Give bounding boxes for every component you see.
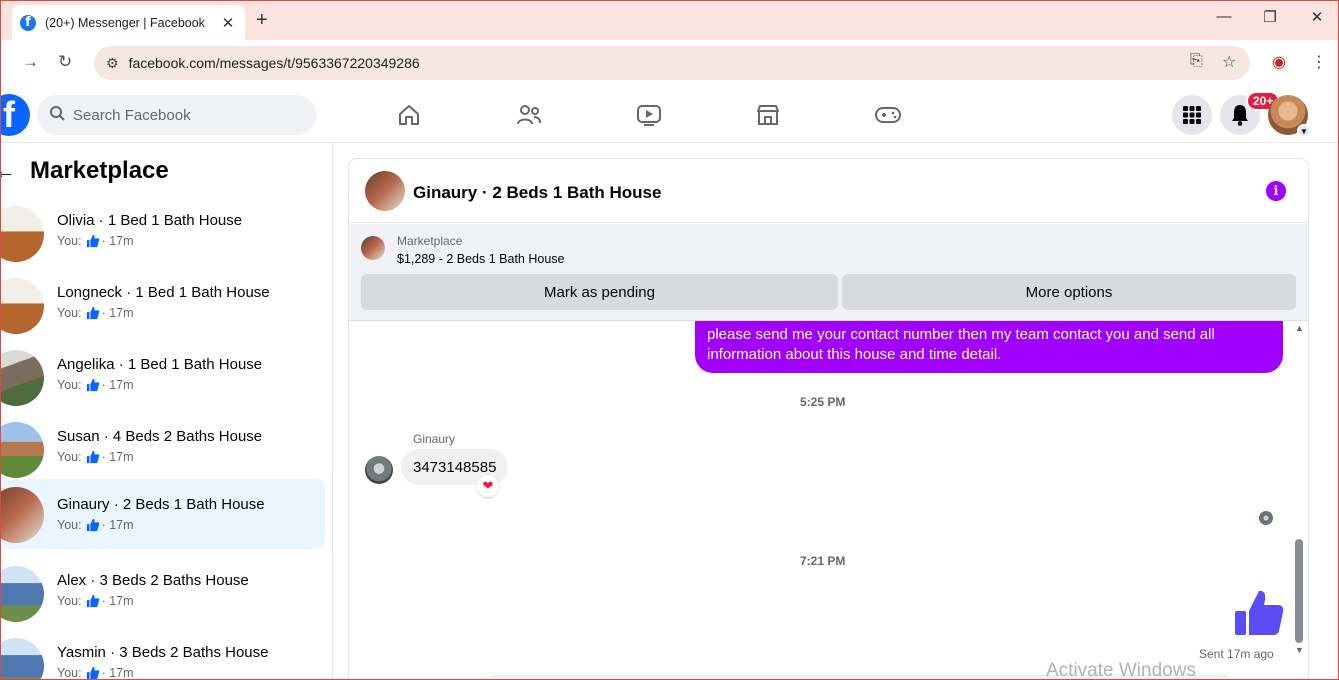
- conversation-name: Alex · 3 Beds 2 Baths House: [57, 572, 249, 589]
- conversation-name: Ginaury · 2 Beds 1 Bath House: [57, 496, 265, 513]
- conversation-preview: You: · 17m: [57, 666, 134, 680]
- conversation-name: Angelika · 1 Bed 1 Bath House: [57, 356, 263, 373]
- conversation-preview: You: · 17m: [57, 306, 134, 320]
- activate-windows-watermark: Activate Windows: [1046, 660, 1196, 680]
- conversation-item[interactable]: Alex · 3 Beds 2 Baths House You: · 17m: [0, 559, 325, 629]
- conversation-item[interactable]: Yasmin · 3 Beds 2 Baths House You: · 17m: [0, 631, 325, 680]
- new-tab-icon[interactable]: +: [256, 9, 268, 32]
- browser-menu-icon[interactable]: ⋮: [1311, 52, 1327, 72]
- conversation-item-active[interactable]: Ginaury · 2 Beds 1 Bath House You: · 17m: [0, 479, 325, 549]
- seen-avatar: [1259, 511, 1273, 525]
- facebook-logo-icon[interactable]: f: [0, 94, 30, 136]
- scroll-down-icon[interactable]: ▼: [1295, 645, 1304, 655]
- like-icon: [86, 518, 100, 532]
- listing-price[interactable]: $1,289 - 2 Beds 1 Bath House: [397, 252, 564, 266]
- restore-icon[interactable]: ❐: [1258, 8, 1282, 26]
- more-options-button[interactable]: More options: [842, 274, 1296, 310]
- back-arrow-icon[interactable]: ←: [0, 158, 16, 184]
- conversation-preview: You: · 17m: [57, 594, 134, 608]
- profile-icon[interactable]: ◉: [1272, 52, 1286, 72]
- conversation-avatar: [0, 350, 44, 406]
- conversation-name: Olivia · 1 Bed 1 Bath House: [57, 212, 243, 229]
- minimize-icon[interactable]: —: [1212, 8, 1236, 25]
- conversation-item[interactable]: Longneck · 1 Bed 1 Bath House You: · 17m: [0, 271, 325, 341]
- outgoing-message-bubble[interactable]: please send me your contact number then …: [695, 321, 1283, 373]
- tab-strip: f (20+) Messenger | Facebook ✕ + — ❐ ✕: [0, 0, 1339, 40]
- message-scrollbar[interactable]: ▲ ▼: [1293, 321, 1305, 655]
- timestamp: 7:21 PM: [800, 554, 846, 568]
- conversation-item[interactable]: Susan · 4 Beds 2 Baths House You: · 17m: [0, 415, 325, 485]
- search-input[interactable]: [73, 106, 293, 124]
- like-icon: [86, 378, 100, 392]
- facebook-favicon-icon: f: [20, 14, 36, 31]
- install-app-icon[interactable]: ⎘: [1190, 52, 1203, 70]
- marketplace-listing-banner: Marketplace $1,289 - 2 Beds 1 Bath House…: [349, 224, 1308, 321]
- window-close-icon[interactable]: ✕: [1305, 8, 1329, 26]
- browser-toolbar: → ↻ ⚙ facebook.com/messages/t/9563367220…: [0, 40, 1339, 86]
- like-icon: [86, 306, 100, 320]
- facebook-header: f 20+ ▼: [0, 86, 1339, 143]
- conversation-preview: You: · 17m: [57, 450, 134, 464]
- marketplace-icon[interactable]: [748, 100, 788, 130]
- like-icon: [86, 594, 100, 608]
- conversation-preview: You: · 17m: [57, 234, 134, 248]
- conversation-avatar: [0, 206, 44, 262]
- url-text: facebook.com/messages/t/9563367220349286: [128, 55, 420, 71]
- listing-thumbnail[interactable]: [361, 236, 385, 260]
- gaming-icon[interactable]: [868, 100, 908, 130]
- bookmark-star-icon[interactable]: ☆: [1222, 52, 1236, 72]
- conversation-avatar: [0, 638, 44, 680]
- chat-avatar[interactable]: [365, 171, 405, 211]
- tab-close-icon[interactable]: ✕: [219, 14, 237, 32]
- sent-status: Sent 17m ago: [1199, 647, 1274, 661]
- conversation-preview: You: · 17m: [57, 378, 134, 392]
- conversation-avatar: [0, 422, 44, 478]
- chat-header: Ginaury · 2 Beds 1 Bath House i: [349, 159, 1308, 223]
- conversation-item[interactable]: Angelika · 1 Bed 1 Bath House You: · 17m: [0, 343, 325, 413]
- home-icon[interactable]: [389, 100, 429, 130]
- video-icon[interactable]: [629, 100, 669, 130]
- forward-icon[interactable]: →: [22, 52, 39, 72]
- like-icon: [86, 450, 100, 464]
- chat-panel: Ginaury · 2 Beds 1 Bath House i Marketpl…: [349, 159, 1308, 680]
- mark-as-pending-button[interactable]: Mark as pending: [361, 274, 838, 310]
- sidebar-header: ← Marketplace: [0, 157, 169, 185]
- message-list: please send me your contact number then …: [349, 321, 1308, 680]
- chevron-down-icon: ▼: [1297, 124, 1311, 138]
- browser-tab[interactable]: f (20+) Messenger | Facebook ✕: [12, 5, 245, 40]
- thumbs-up-icon[interactable]: [1233, 587, 1285, 639]
- address-bar[interactable]: ⚙ facebook.com/messages/t/95633672203492…: [94, 46, 1250, 80]
- site-settings-icon[interactable]: ⚙: [106, 55, 119, 72]
- conversation-avatar: [0, 487, 44, 543]
- menu-grid-icon[interactable]: [1172, 95, 1212, 135]
- heart-reaction-icon[interactable]: ❤: [477, 475, 499, 497]
- conversation-name: Longneck · 1 Bed 1 Bath House: [57, 284, 270, 301]
- sender-name: Ginaury: [413, 432, 456, 446]
- sidebar-title: Marketplace: [30, 157, 169, 184]
- conversation-name: Susan · 4 Beds 2 Baths House: [57, 428, 263, 445]
- tab-title: (20+) Messenger | Facebook: [45, 15, 205, 30]
- marketplace-sidebar: ← Marketplace Olivia · 1 Bed 1 Bath Hous…: [0, 143, 333, 680]
- conversation-avatar: [0, 278, 44, 334]
- scroll-up-icon[interactable]: ▲: [1295, 323, 1304, 333]
- search-icon: [49, 105, 65, 125]
- account-avatar[interactable]: ▼: [1268, 95, 1311, 138]
- like-icon: [86, 666, 100, 680]
- conversation-avatar: [0, 566, 44, 622]
- info-icon[interactable]: i: [1266, 181, 1286, 201]
- chat-title[interactable]: Ginaury · 2 Beds 1 Bath House: [413, 183, 661, 203]
- reload-icon[interactable]: ↻: [58, 52, 72, 72]
- conversation-name: Yasmin · 3 Beds 2 Baths House: [57, 644, 269, 661]
- timestamp: 5:25 PM: [800, 395, 846, 409]
- sender-avatar[interactable]: [365, 456, 393, 484]
- friends-icon[interactable]: [509, 100, 549, 130]
- search-box[interactable]: [37, 95, 317, 135]
- conversation-preview: You: · 17m: [57, 518, 134, 532]
- conversation-item[interactable]: Olivia · 1 Bed 1 Bath House You: · 17m: [0, 199, 325, 269]
- scrollbar-thumb[interactable]: [1295, 539, 1303, 643]
- like-icon: [86, 234, 100, 248]
- listing-label: Marketplace: [397, 234, 463, 248]
